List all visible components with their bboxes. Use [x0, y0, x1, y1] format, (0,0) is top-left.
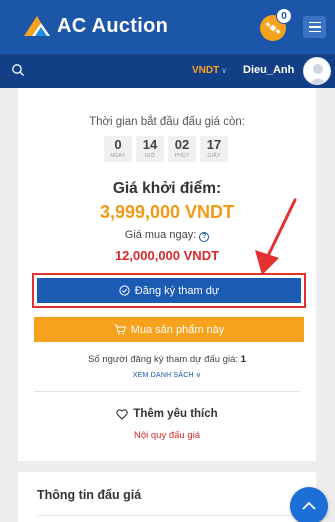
add-favorite-button[interactable]: Thêm yêu thích [18, 408, 316, 420]
help-icon[interactable]: ? [199, 232, 210, 242]
auction-card: Thời gian bắt đầu đấu giá còn: 0 NGÀY 14… [18, 88, 316, 461]
countdown-days: 0 NGÀY [104, 136, 132, 162]
app-logo[interactable]: AC Auction [22, 14, 168, 38]
auction-info-card: Thông tin đấu giá [18, 472, 316, 522]
app-title: AC Auction [57, 14, 169, 37]
username[interactable]: Dieu_Anh [243, 64, 294, 76]
registered-count: Số người đăng ký tham dự đấu giá: 1 [88, 354, 246, 365]
currency-label: VNDT [192, 65, 220, 76]
user-bar: VNDT ∨ Dieu_Anh [0, 54, 335, 88]
notification-badge: 0 [276, 8, 292, 24]
countdown-hours: 14 GIỜ [136, 136, 164, 162]
start-price-value: 3,999,000 VNDT [99, 202, 235, 222]
buy-now-price: 12,000,000 VNDT [114, 248, 220, 263]
buy-now-button-label: Mua sản phẩm này [130, 323, 225, 336]
heart-icon [116, 408, 128, 420]
divider [34, 391, 300, 392]
buy-now-label: Giá mua ngay:? [18, 229, 316, 242]
notification-button[interactable]: 0 [260, 8, 292, 41]
add-favorite-label: Thêm yêu thích [133, 408, 218, 420]
register-highlight: Đăng ký tham dự [32, 273, 306, 308]
countdown-minutes: 02 PHÚT [168, 136, 196, 162]
chevron-down-icon: ∨ [195, 372, 202, 379]
countdown-seconds: 17 GIÂY [200, 136, 228, 162]
currency-selector[interactable]: VNDT ∨ [192, 65, 227, 76]
buy-now-button[interactable]: Mua sản phẩm này [34, 317, 304, 342]
search-icon[interactable] [11, 63, 25, 77]
view-list-link[interactable]: XEM DANH SÁCH ∨ [18, 371, 316, 379]
divider [37, 515, 299, 516]
scroll-to-top-button[interactable] [290, 487, 328, 522]
check-circle-icon [119, 285, 130, 296]
auction-rules-link[interactable]: Nội quy đấu giá [18, 430, 316, 441]
avatar[interactable] [303, 57, 331, 85]
ac-logo-icon [24, 16, 50, 36]
register-button-label: Đăng ký tham dự [134, 284, 220, 297]
hamburger-menu-icon[interactable] [303, 16, 326, 38]
chevron-up-icon [302, 501, 316, 510]
auction-info-title: Thông tin đấu giá [37, 488, 142, 502]
top-app-bar: AC Auction 0 [0, 0, 335, 54]
cart-icon [114, 324, 126, 335]
chevron-down-icon: ∨ [221, 66, 228, 75]
countdown-timer: 0 NGÀY 14 GIỜ 02 PHÚT 17 GIÂY [104, 136, 228, 162]
register-button[interactable]: Đăng ký tham dự [37, 278, 301, 303]
countdown-title: Thời gian bắt đầu đấu giá còn: [89, 116, 245, 128]
start-price-label: Giá khởi điểm: [112, 180, 222, 197]
